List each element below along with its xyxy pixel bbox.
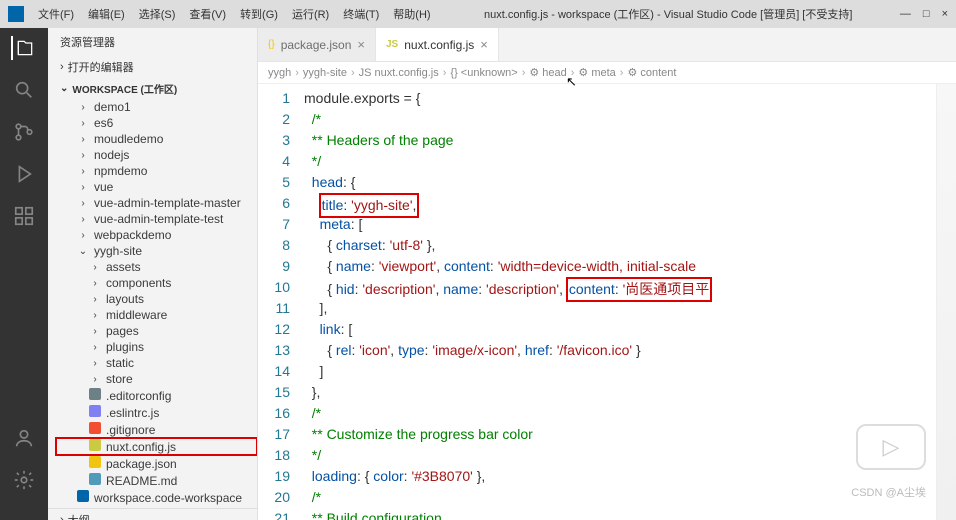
vscode-logo-icon [8, 6, 24, 22]
folder-item[interactable]: ›vue [56, 179, 257, 195]
open-editors-section[interactable]: ›打开的编辑器 [48, 56, 257, 78]
workspace-section[interactable]: ⌄WORKSPACE (工作区) [48, 78, 257, 99]
folder-item[interactable]: ›vue-admin-template-master [56, 195, 257, 211]
file-item[interactable]: .gitignore [56, 421, 257, 438]
editor-tab[interactable]: JSnuxt.config.js× [376, 28, 499, 61]
play-overlay-icon: ▷ [856, 424, 926, 470]
folder-item[interactable]: ›webpackdemo [56, 227, 257, 243]
breadcrumb-item[interactable]: ⚙ content [627, 66, 676, 79]
close-icon[interactable]: × [357, 37, 365, 52]
titlebar: 文件(F)编辑(E)选择(S)查看(V)转到(G)运行(R)终端(T)帮助(H)… [0, 0, 956, 28]
window-button[interactable]: × [942, 8, 948, 20]
window-title: nuxt.config.js - workspace (工作区) - Visua… [441, 6, 896, 22]
folder-item[interactable]: ›layouts [56, 291, 257, 307]
menu-item[interactable]: 终端(T) [337, 4, 385, 24]
folder-item[interactable]: ›vue-admin-template-test [56, 211, 257, 227]
folder-item[interactable]: ›components [56, 275, 257, 291]
breadcrumb-item[interactable]: ⚙ meta [578, 66, 615, 79]
folder-item[interactable]: ›demo1 [56, 99, 257, 115]
file-item[interactable]: README.md [56, 472, 257, 489]
menu-bar: 文件(F)编辑(E)选择(S)查看(V)转到(G)运行(R)终端(T)帮助(H) [32, 4, 437, 24]
breadcrumb-item[interactable]: yygh-site [303, 67, 347, 79]
file-tree: ›demo1›es6›moudledemo›nodejs›npmdemo›vue… [48, 99, 257, 506]
account-icon[interactable] [12, 426, 36, 450]
code-editor[interactable]: 123456789101112131415161718192021 module… [258, 84, 956, 520]
scm-icon[interactable] [12, 120, 36, 144]
folder-item[interactable]: ⌄yygh-site [56, 243, 257, 259]
explorer-icon[interactable] [11, 36, 35, 60]
menu-item[interactable]: 选择(S) [133, 4, 182, 24]
debug-icon[interactable] [12, 162, 36, 186]
window-button[interactable]: — [900, 8, 911, 20]
extensions-icon[interactable] [12, 204, 36, 228]
close-icon[interactable]: × [480, 37, 488, 52]
editor-tabs: {}package.json×JSnuxt.config.js× [258, 28, 956, 62]
minimap[interactable] [936, 84, 956, 520]
editor-area: {}package.json×JSnuxt.config.js× yygh›yy… [258, 28, 956, 520]
folder-item[interactable]: ›store [56, 371, 257, 387]
activity-bar [0, 28, 48, 520]
menu-item[interactable]: 文件(F) [32, 4, 80, 24]
folder-item[interactable]: ›static [56, 355, 257, 371]
file-item[interactable]: .editorconfig [56, 387, 257, 404]
window-button[interactable]: □ [923, 8, 930, 20]
folder-item[interactable]: ›assets [56, 259, 257, 275]
cursor-icon: ↖ [566, 74, 577, 90]
breadcrumb-item[interactable]: ⚙ head [529, 66, 566, 79]
file-item[interactable]: workspace.code-workspace [56, 489, 257, 506]
breadcrumb-item[interactable]: yygh [268, 67, 291, 79]
gear-icon[interactable] [12, 468, 36, 492]
breadcrumb-item[interactable]: JS nuxt.config.js [359, 67, 439, 79]
file-item[interactable]: nuxt.config.js [56, 438, 257, 455]
menu-item[interactable]: 帮助(H) [387, 4, 436, 24]
sidebar: 资源管理器 ›打开的编辑器 ⌄WORKSPACE (工作区) ›demo1›es… [48, 28, 258, 520]
outline-section[interactable]: ›大纲 [48, 508, 257, 520]
breadcrumb[interactable]: yygh›yygh-site›JS nuxt.config.js›{} <unk… [258, 62, 956, 84]
breadcrumb-item[interactable]: {} <unknown> [450, 67, 517, 79]
folder-item[interactable]: ›es6 [56, 115, 257, 131]
file-item[interactable]: package.json [56, 455, 257, 472]
menu-item[interactable]: 编辑(E) [82, 4, 131, 24]
menu-item[interactable]: 运行(R) [286, 4, 335, 24]
folder-item[interactable]: ›pages [56, 323, 257, 339]
file-type-icon: {} [268, 39, 275, 50]
file-type-icon: JS [386, 39, 398, 50]
file-item[interactable]: .eslintrc.js [56, 404, 257, 421]
folder-item[interactable]: ›plugins [56, 339, 257, 355]
search-icon[interactable] [12, 78, 36, 102]
folder-item[interactable]: ›moudledemo [56, 131, 257, 147]
sidebar-title: 资源管理器 [48, 28, 257, 56]
folder-item[interactable]: ›nodejs [56, 147, 257, 163]
line-gutter: 123456789101112131415161718192021 [258, 84, 304, 520]
folder-item[interactable]: ›npmdemo [56, 163, 257, 179]
menu-item[interactable]: 转到(G) [234, 4, 284, 24]
menu-item[interactable]: 查看(V) [183, 4, 232, 24]
folder-item[interactable]: ›middleware [56, 307, 257, 323]
editor-tab[interactable]: {}package.json× [258, 28, 376, 61]
window-controls: — □ × [900, 8, 948, 20]
watermark: CSDN @A尘埃 [851, 484, 926, 500]
